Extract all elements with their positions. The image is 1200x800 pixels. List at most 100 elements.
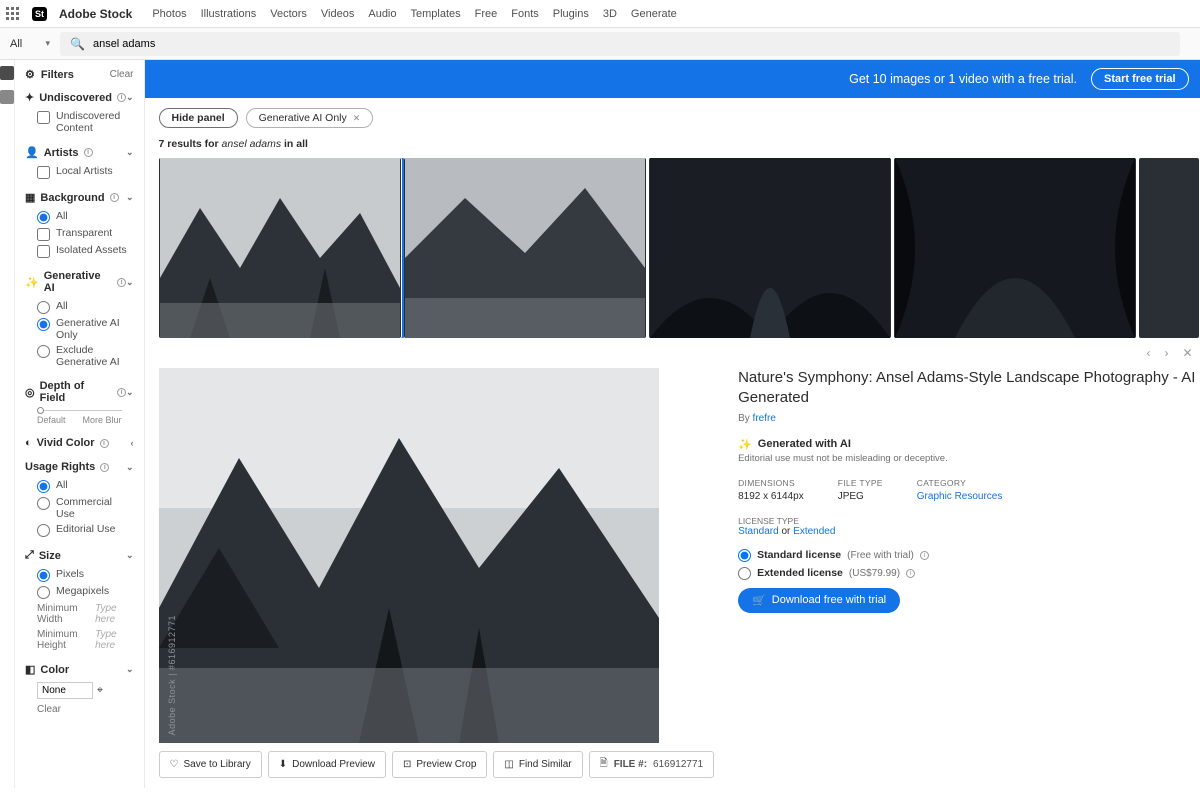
filter-header-artists[interactable]: 👤Artistsi⌄ <box>25 146 134 159</box>
opt-usage-all[interactable]: All <box>37 479 134 493</box>
info-icon[interactable]: i <box>117 93 126 102</box>
opt-usage-editorial[interactable]: Editorial Use <box>37 523 134 537</box>
next-icon[interactable]: › <box>1164 346 1168 360</box>
asset-meta: Nature's Symphony: Ansel Adams-Style Lan… <box>738 368 1198 778</box>
license-standard-option[interactable]: Standard license(Free with trial)i <box>738 549 1198 562</box>
thumb-nav: ‹ › ✕ <box>159 338 1199 368</box>
chevron-down-icon: ⌄ <box>126 387 134 398</box>
dof-slider[interactable] <box>37 410 122 411</box>
nav-fonts[interactable]: Fonts <box>511 8 539 20</box>
search-input[interactable] <box>93 38 1170 50</box>
nav-plugins[interactable]: Plugins <box>553 8 589 20</box>
filter-genai: ✨Generative AIi⌄ All Generative AI Only … <box>25 270 134 368</box>
min-width-row: Minimum WidthType here <box>37 603 134 625</box>
license-standard-link[interactable]: Standard <box>738 526 779 537</box>
opt-genai-only[interactable]: Generative AI Only <box>37 317 134 341</box>
similar-icon: ◫ <box>504 759 513 770</box>
opt-bg-isolated[interactable]: Isolated Assets <box>37 244 134 258</box>
min-height-input[interactable]: Type here <box>95 629 133 651</box>
opt-genai-exclude[interactable]: Exclude Generative AI <box>37 344 134 368</box>
filter-header-vivid[interactable]: ◐Vivid Colori‹ <box>25 437 134 449</box>
file-id[interactable]: 🗎FILE #:616912771 <box>589 751 714 778</box>
opt-undiscovered-content[interactable]: Undiscovered Content <box>37 110 134 134</box>
info-icon[interactable]: i <box>110 193 119 202</box>
eyedropper-icon[interactable]: ⌖ <box>97 684 103 697</box>
opt-usage-commercial[interactable]: Commercial Use <box>37 496 134 520</box>
asset-preview[interactable]: Adobe Stock | #616912771 <box>159 368 659 743</box>
info-icon[interactable]: i <box>117 388 126 397</box>
filter-header-usage[interactable]: Usage Rightsi⌄ <box>25 461 134 473</box>
nav-audio[interactable]: Audio <box>368 8 396 20</box>
nav-templates[interactable]: Templates <box>411 8 461 20</box>
download-trial-button[interactable]: 🛒Download free with trial <box>738 588 900 613</box>
filter-header-dof[interactable]: ◎Depth of Fieldi⌄ <box>25 380 134 404</box>
search-box[interactable]: 🔍 <box>60 32 1180 56</box>
filter-header-genai[interactable]: ✨Generative AIi⌄ <box>25 270 134 294</box>
hide-panel-button[interactable]: Hide panel <box>159 108 238 128</box>
chevron-down-icon: ⌄ <box>126 550 134 561</box>
color-input[interactable] <box>37 682 93 699</box>
license-extended-link[interactable]: Extended <box>793 526 835 537</box>
opt-bg-all[interactable]: All <box>37 210 134 224</box>
opt-size-mp[interactable]: Megapixels <box>37 585 134 599</box>
filter-undiscovered: ✦Undiscoveredi⌄ Undiscovered Content <box>25 91 134 134</box>
filter-header-background[interactable]: ▦Backgroundi⌄ <box>25 191 134 204</box>
thumb-5[interactable] <box>1139 158 1199 338</box>
prev-icon[interactable]: ‹ <box>1146 346 1150 360</box>
sparkle-icon: ✦ <box>25 91 34 104</box>
save-library-button[interactable]: ♡Save to Library <box>159 751 262 778</box>
min-width-input[interactable]: Type here <box>95 603 133 625</box>
filter-header-undiscovered[interactable]: ✦Undiscoveredi⌄ <box>25 91 134 104</box>
info-icon[interactable]: i <box>100 439 109 448</box>
heart-icon: ♡ <box>170 759 179 770</box>
chevron-down-icon: ⌄ <box>126 462 134 473</box>
nav-photos[interactable]: Photos <box>152 8 186 20</box>
preview-crop-button[interactable]: ⊡Preview Crop <box>392 751 487 778</box>
download-preview-button[interactable]: ⬇Download Preview <box>268 751 386 778</box>
category-label: All <box>10 38 22 50</box>
apps-grid-icon[interactable] <box>6 7 20 21</box>
thumb-3[interactable] <box>649 158 891 338</box>
info-icon[interactable]: i <box>906 569 915 578</box>
search-row: All▾ 🔍 <box>0 28 1200 60</box>
nav-vectors[interactable]: Vectors <box>270 8 307 20</box>
rail-icon-2[interactable] <box>0 90 14 104</box>
nav-illustrations[interactable]: Illustrations <box>201 8 257 20</box>
color-clear[interactable]: Clear <box>37 704 61 715</box>
opt-bg-transparent[interactable]: Transparent <box>37 227 134 241</box>
filter-header-size[interactable]: ⤢Size⌄ <box>25 549 134 562</box>
genai-badge: ✨Generated with AI <box>738 438 1198 451</box>
info-icon[interactable]: i <box>117 278 126 287</box>
thumb-4[interactable] <box>894 158 1136 338</box>
thumb-2[interactable] <box>404 158 646 338</box>
info-icon[interactable]: i <box>920 551 929 560</box>
info-icon[interactable]: i <box>100 463 109 472</box>
sparkle-icon: ✨ <box>738 438 752 451</box>
opt-size-px[interactable]: Pixels <box>37 568 134 582</box>
filter-color: ◧Color⌄ ⌖ Clear <box>25 663 134 715</box>
nav-generate[interactable]: Generate <box>631 8 677 20</box>
genai-note: Editorial use must not be misleading or … <box>738 453 1198 464</box>
left-rail <box>0 60 15 788</box>
category-link[interactable]: Graphic Resources <box>917 491 1003 502</box>
start-trial-button[interactable]: Start free trial <box>1091 68 1189 90</box>
close-icon[interactable]: ✕ <box>353 113 361 124</box>
nav-free[interactable]: Free <box>475 8 498 20</box>
license-extended-option[interactable]: Extended license(US$79.99)i <box>738 567 1198 580</box>
close-strip-icon[interactable]: ✕ <box>1182 346 1192 360</box>
thumb-1[interactable] <box>159 158 401 338</box>
opt-local-artists[interactable]: Local Artists <box>37 165 134 179</box>
rail-icon-1[interactable] <box>0 66 14 80</box>
cart-icon: 🛒 <box>752 594 766 607</box>
nav-videos[interactable]: Videos <box>321 8 354 20</box>
info-icon[interactable]: i <box>84 148 93 157</box>
category-dropdown[interactable]: All▾ <box>0 38 60 50</box>
author-link[interactable]: frefre <box>753 413 776 424</box>
clear-filters[interactable]: Clear <box>110 69 134 80</box>
opt-genai-all[interactable]: All <box>37 300 134 314</box>
nav-3d[interactable]: 3D <box>603 8 617 20</box>
chip-genai-only[interactable]: Generative AI Only✕ <box>246 108 374 128</box>
filter-header-color[interactable]: ◧Color⌄ <box>25 663 134 676</box>
ai-icon: ✨ <box>25 276 39 289</box>
find-similar-button[interactable]: ◫Find Similar <box>493 751 582 778</box>
